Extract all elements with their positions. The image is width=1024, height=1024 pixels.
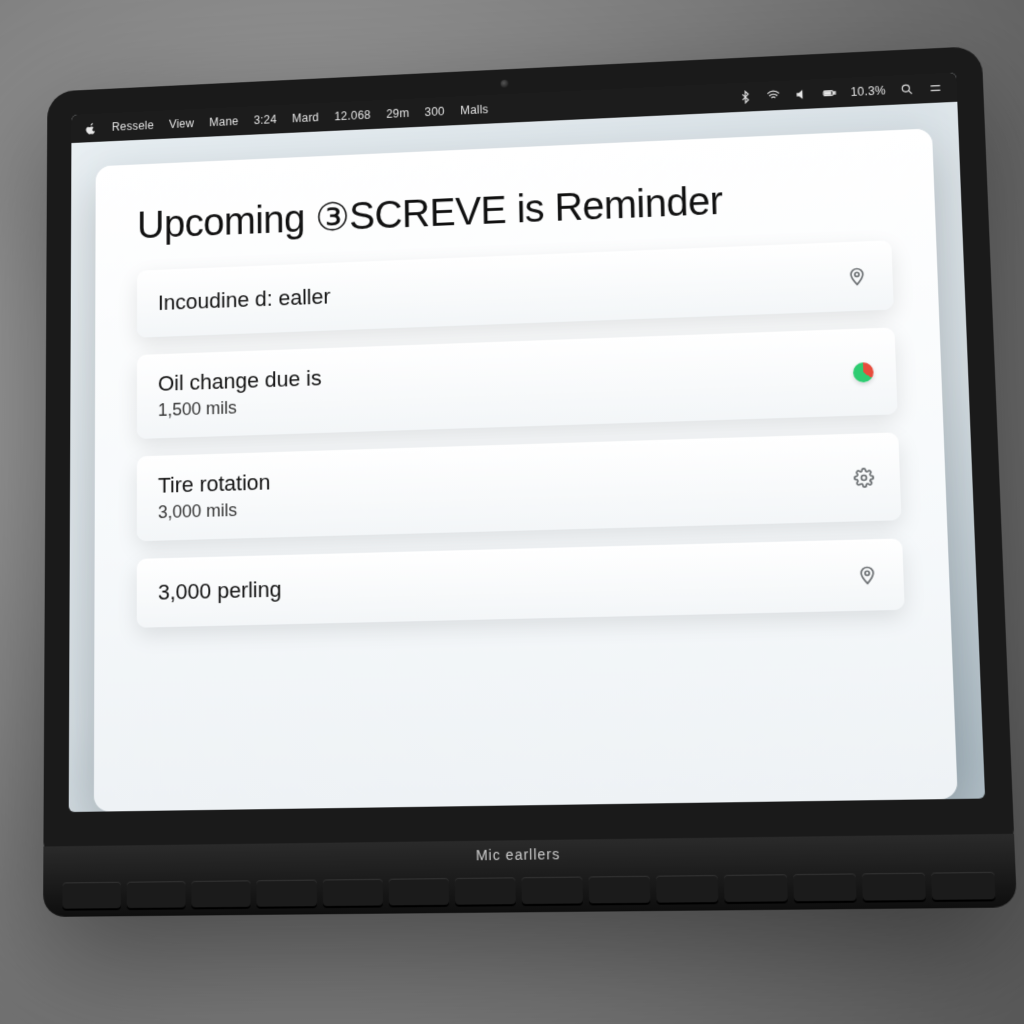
laptop-base: Mic earllers	[43, 834, 1017, 917]
reminder-row[interactable]: 3,000 perling	[137, 538, 905, 627]
apple-menu-icon[interactable]	[85, 122, 97, 135]
battery-icon[interactable]	[822, 86, 837, 100]
gear-icon[interactable]	[850, 464, 878, 491]
menu-item[interactable]: View	[169, 117, 194, 131]
menu-item[interactable]: 12.068	[334, 108, 371, 123]
menu-item[interactable]: Mane	[209, 114, 238, 129]
location-icon[interactable]	[843, 263, 870, 290]
bluetooth-icon[interactable]	[738, 90, 752, 104]
reminder-row[interactable]: Tire rotation 3,000 mils	[137, 432, 902, 541]
menu-bar-status-text: 10.3%	[850, 84, 886, 99]
reminder-row[interactable]: Oil change due is 1,500 mils	[137, 327, 898, 439]
reminders-list: Incoudine d: ealler Oil change due is 1,…	[137, 240, 905, 628]
screen-bezel: Ressele View Mane 3:24 Mard 12.068 29m 3…	[43, 46, 1014, 853]
reminder-title: 3,000 perling	[158, 563, 838, 606]
keyboard-row	[62, 872, 995, 911]
reminder-row[interactable]: Incoudine d: ealler	[137, 240, 894, 337]
wifi-icon[interactable]	[766, 89, 780, 103]
menu-item[interactable]: 300	[425, 105, 445, 119]
search-icon[interactable]	[900, 82, 915, 96]
status-dot-icon[interactable]	[853, 362, 874, 383]
volume-icon[interactable]	[794, 87, 808, 101]
menu-item[interactable]: 29m	[386, 106, 409, 120]
laptop-frame: Ressele View Mane 3:24 Mard 12.068 29m 3…	[43, 46, 1017, 917]
control-center-icon[interactable]	[928, 81, 943, 95]
menu-item[interactable]: Ressele	[112, 119, 154, 134]
webcam	[501, 80, 509, 88]
desktop: Ressele View Mane 3:24 Mard 12.068 29m 3…	[69, 73, 985, 813]
reminders-window: Upcoming ③SCREVE is Reminder Incoudine d…	[94, 128, 958, 811]
menu-bar-right: 10.3%	[738, 81, 943, 104]
menu-item[interactable]: Malls	[460, 103, 488, 118]
menu-item[interactable]: 3:24	[254, 113, 277, 127]
reminder-title: Incoudine d: ealler	[158, 265, 828, 316]
laptop-brand: Mic earllers	[476, 846, 561, 863]
menu-bar-left: Ressele View Mane 3:24 Mard 12.068 29m 3…	[85, 103, 489, 135]
menu-item[interactable]: Mard	[292, 111, 319, 126]
location-icon[interactable]	[853, 561, 881, 588]
page-title: Upcoming ③SCREVE is Reminder	[137, 171, 890, 247]
